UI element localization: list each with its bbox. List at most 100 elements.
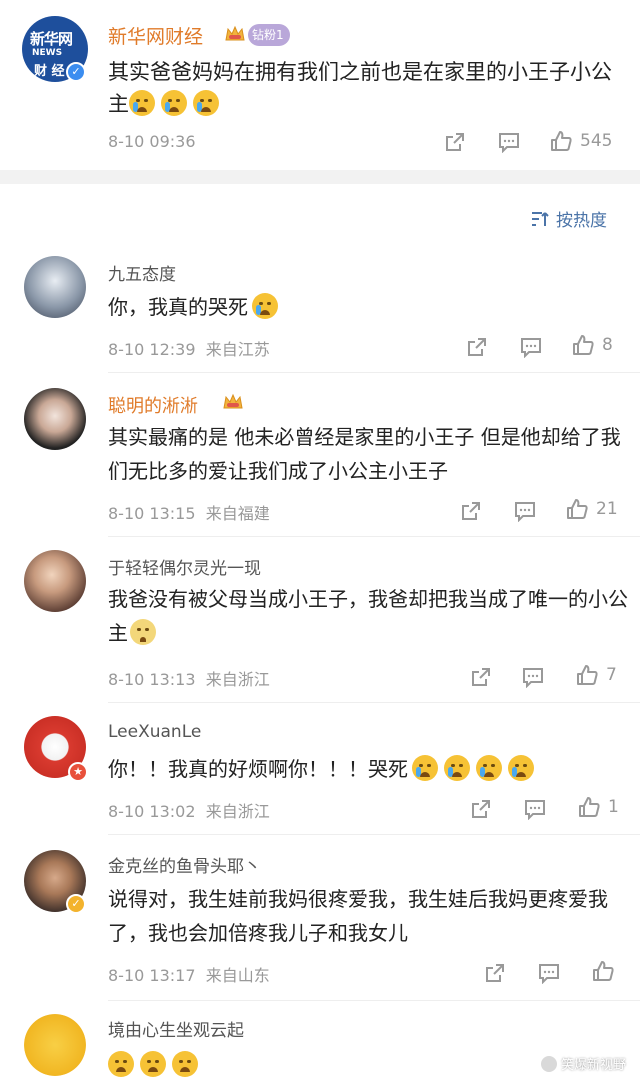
pleading-emoji-icon [130, 619, 156, 645]
commenter-avatar[interactable] [24, 550, 86, 612]
post-author-name[interactable]: 新华网财经 [108, 22, 203, 49]
verified-icon: ✓ [66, 62, 86, 82]
hug-emoji-icon [108, 1051, 134, 1077]
comment-time: 8-10 12:39 [108, 340, 196, 359]
comment-text: 其实最痛的是 他未必曾经是家里的小王子 但是他却给了我们无比多的爱让我们成了小公… [108, 425, 621, 483]
hug-emoji-icon [140, 1051, 166, 1077]
commenter-name[interactable]: LeeXuanLe [108, 722, 201, 742]
avatar-logo-text: 新华网 [30, 30, 73, 48]
sort-icon [532, 211, 549, 226]
comment-meta: 8-10 13:15 来自福建 [108, 500, 270, 524]
comment-item: ★ LeeXuanLe 你！！我真的好烦啊你！！！哭死 8-10 13:02 来… [0, 706, 640, 836]
share-icon[interactable] [470, 666, 492, 688]
comment-icon[interactable] [522, 666, 544, 688]
post-text: 其实爸爸妈妈在拥有我们之前也是在家里的小王子小公主 [108, 56, 618, 120]
comment-meta: 8-10 13:17 来自山东 [108, 962, 270, 986]
post-timestamp: 8-10 09:36 [108, 132, 196, 151]
comment-location: 来自山东 [205, 966, 270, 985]
crying-emoji-icon [252, 293, 278, 319]
section-divider [0, 170, 640, 184]
crying-emoji-icon [412, 755, 438, 781]
comment-location: 来自浙江 [205, 670, 270, 689]
like-count: 545 [580, 131, 613, 151]
like-count: 8 [602, 335, 613, 355]
comment-time: 8-10 13:13 [108, 670, 196, 689]
like-button[interactable]: 21 [566, 498, 618, 520]
share-icon[interactable] [466, 336, 488, 358]
crying-emoji-icon [161, 90, 187, 116]
comment-text-content: 你！！我真的好烦啊你！！！哭死 [108, 757, 408, 781]
comment-separator [108, 372, 640, 373]
watermark-text: 笑爆新视野 [560, 1058, 626, 1073]
comment-separator [108, 536, 640, 537]
verified-icon: ✓ [66, 894, 86, 914]
commenter-name[interactable]: 金克丝的鱼骨头耶丶 [108, 852, 261, 877]
comment-icon[interactable] [514, 500, 536, 522]
comment-location: 来自福建 [205, 504, 270, 523]
crying-emoji-icon [476, 755, 502, 781]
share-icon[interactable] [484, 962, 506, 984]
commenter-avatar[interactable] [24, 1014, 86, 1076]
like-icon [551, 131, 572, 151]
comment-time: 8-10 13:02 [108, 802, 196, 821]
like-count: 7 [606, 665, 617, 685]
commenter-name[interactable]: 九五态度 [108, 260, 176, 285]
like-icon [577, 665, 598, 685]
share-icon[interactable] [460, 500, 482, 522]
fan-level-badge: 钻粉1 [248, 24, 290, 46]
comment-meta: 8-10 13:13 来自浙江 [108, 666, 270, 690]
commenter-avatar[interactable] [24, 388, 86, 450]
watermark: 笑爆新视野 [540, 1054, 626, 1073]
comment-item: 九五态度 你，我真的哭死 8-10 12:39 来自江苏 8 [0, 250, 640, 374]
commenter-name[interactable]: 于轻轻偶尔灵光一现 [108, 554, 261, 579]
comment-location: 来自浙江 [205, 802, 270, 821]
commenter-avatar[interactable] [24, 256, 86, 318]
crying-emoji-icon [193, 90, 219, 116]
crying-emoji-icon [129, 90, 155, 116]
share-icon [446, 133, 464, 151]
comment-icon [499, 133, 519, 153]
crown-icon [225, 25, 245, 41]
comment-separator [108, 834, 640, 835]
like-icon [573, 335, 594, 355]
commenter-name[interactable]: 境由心生坐观云起 [108, 1016, 244, 1041]
avatar-logo-subtext: NEWS [32, 48, 63, 58]
commenter-name[interactable]: 聪明的淅淅 [108, 392, 198, 418]
crown-icon [223, 393, 243, 409]
crying-emoji-icon [508, 755, 534, 781]
like-button[interactable]: 7 [576, 664, 617, 686]
original-post: 新华网 NEWS 财 经 ✓ 新华网财经 钻粉1 其实爸爸妈妈在拥有我们之前也是… [0, 0, 640, 170]
comment-text: 你，我真的哭死 [108, 290, 628, 324]
comment-separator [108, 1000, 640, 1001]
comment-text: 你！！我真的好烦啊你！！！哭死 [108, 752, 628, 786]
comment-icon[interactable] [524, 798, 546, 820]
comment-item: 于轻轻偶尔灵光一现 我爸没有被父母当成小王子，我爸却把我当成了唯一的小公主 8-… [0, 538, 640, 703]
comment-time: 8-10 13:15 [108, 504, 196, 523]
comment-icon[interactable] [538, 962, 560, 984]
like-button[interactable]: 8 [572, 334, 613, 356]
like-button[interactable]: 1 [578, 796, 619, 818]
like-button[interactable] [592, 960, 614, 982]
like-button[interactable]: 545 [550, 130, 612, 152]
like-icon [567, 499, 588, 519]
comment-meta: 8-10 12:39 来自江苏 [108, 336, 270, 360]
crying-emoji-icon [444, 755, 470, 781]
comment-item: 聪明的淅淅 其实最痛的是 他未必曾经是家里的小王子 但是他却给了我们无比多的爱让… [0, 374, 640, 537]
comment-text: 说得对，我生娃前我妈很疼爱我，我生娃后我妈更疼爱我了，我也会加倍疼我儿子和我女儿 [108, 887, 608, 945]
comment-location: 来自江苏 [205, 340, 270, 359]
comment-icon[interactable] [520, 336, 542, 358]
watermark-logo-icon [540, 1055, 557, 1072]
share-icon[interactable] [470, 798, 492, 820]
comment-text-content: 你，我真的哭死 [108, 295, 248, 319]
share-button[interactable] [444, 131, 466, 153]
comment-button[interactable] [498, 131, 520, 153]
sort-by-hot-button[interactable]: 按热度 [530, 206, 607, 231]
like-icon [579, 797, 600, 817]
comment-item: ✓ 金克丝的鱼骨头耶丶 说得对，我生娃前我妈很疼爱我，我生娃后我妈更疼爱我了，我… [0, 838, 640, 1002]
comment-time: 8-10 13:17 [108, 966, 196, 985]
comment-text: 我爸没有被父母当成小王子，我爸却把我当成了唯一的小公主 [108, 582, 628, 650]
verified-icon: ★ [68, 762, 88, 782]
comment-meta: 8-10 13:02 来自浙江 [108, 798, 270, 822]
like-count: 1 [608, 797, 619, 817]
comment-text-content: 我爸没有被父母当成小王子，我爸却把我当成了唯一的小公主 [108, 587, 628, 645]
